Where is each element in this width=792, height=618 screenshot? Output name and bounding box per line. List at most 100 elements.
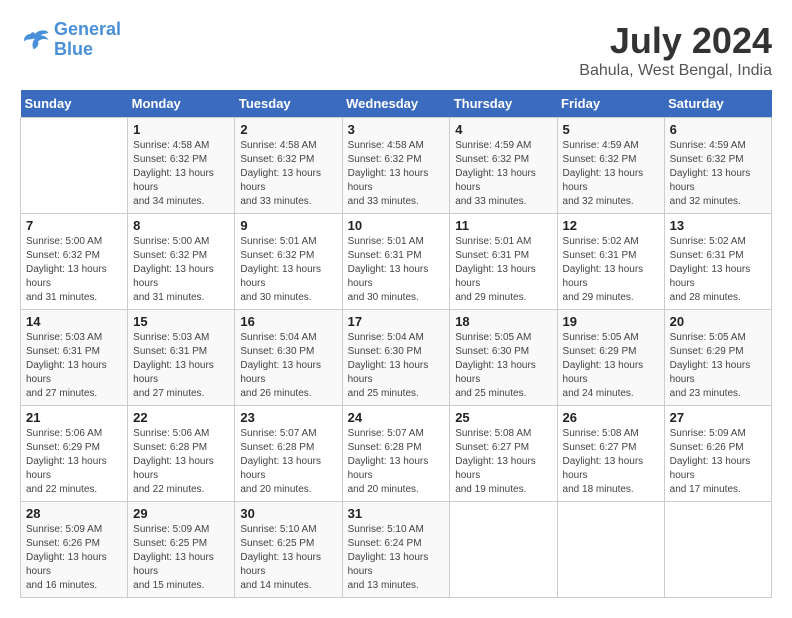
day-info: Sunrise: 4:58 AMSunset: 6:32 PMDaylight:…: [240, 139, 336, 209]
calendar-header-row: SundayMondayTuesdayWednesdayThursdayFrid…: [21, 90, 772, 118]
calendar-cell: 11Sunrise: 5:01 AMSunset: 6:31 PMDayligh…: [450, 214, 557, 310]
calendar-cell: 20Sunrise: 5:05 AMSunset: 6:29 PMDayligh…: [664, 310, 771, 406]
calendar-cell: [450, 502, 557, 598]
title-area: July 2024 Bahula, West Bengal, India: [579, 20, 772, 80]
calendar-cell: 13Sunrise: 5:02 AMSunset: 6:31 PMDayligh…: [664, 214, 771, 310]
calendar-cell: 25 Sunrise: 5:08 AMSunset: 6:27 PMDayligh…: [450, 406, 557, 502]
calendar-cell: 10Sunrise: 5:01 AMSunset: 6:31 PMDayligh…: [342, 214, 450, 310]
day-number: 7: [26, 218, 122, 233]
day-number: 2: [240, 122, 336, 137]
header-thursday: Thursday: [450, 90, 557, 118]
calendar-cell: 31Sunrise: 5:10 AMSunset: 6:24 PMDayligh…: [342, 502, 450, 598]
day-number: 16: [240, 314, 336, 329]
header-friday: Friday: [557, 90, 664, 118]
day-number: 6: [670, 122, 766, 137]
day-info: Sunrise: 5:03 AMSunset: 6:31 PMDaylight:…: [133, 331, 229, 401]
day-number: 23: [240, 410, 336, 425]
header-sunday: Sunday: [21, 90, 128, 118]
day-number: 24: [348, 410, 445, 425]
day-number: 18: [455, 314, 551, 329]
calendar-cell: 23 Sunrise: 5:07 AMSunset: 6:28 PMDayligh…: [235, 406, 342, 502]
header: General Blue July 2024 Bahula, West Beng…: [20, 20, 772, 80]
day-info: Sunrise: 5:05 AMSunset: 6:29 PMDaylight:…: [563, 331, 659, 401]
day-info: Sunrise: 5:08 AMSunset: 6:27 PMDaylight:…: [563, 427, 659, 497]
day-info: Sunrise: 5:10 AMSunset: 6:24 PMDaylight:…: [348, 523, 445, 593]
day-info: Sunrise: 5:07 AMSunset: 6:28 PMDaylight:…: [348, 427, 445, 497]
calendar-week-5: 28 Sunrise: 5:09 AMSunset: 6:26 PMDayligh…: [21, 502, 772, 598]
calendar-cell: 16 Sunrise: 5:04 AMSunset: 6:30 PMDayligh…: [235, 310, 342, 406]
day-number: 12: [563, 218, 659, 233]
calendar-cell: 15 Sunrise: 5:03 AMSunset: 6:31 PMDayligh…: [128, 310, 235, 406]
calendar-cell: 29 Sunrise: 5:09 AMSunset: 6:25 PMDayligh…: [128, 502, 235, 598]
calendar-cell: 14Sunrise: 5:03 AMSunset: 6:31 PMDayligh…: [21, 310, 128, 406]
day-info: Sunrise: 5:10 AMSunset: 6:25 PMDaylight:…: [240, 523, 336, 593]
day-number: 19: [563, 314, 659, 329]
day-number: 28: [26, 506, 122, 521]
calendar-cell: 30 Sunrise: 5:10 AMSunset: 6:25 PMDayligh…: [235, 502, 342, 598]
calendar-cell: 1 Sunrise: 4:58 AMSunset: 6:32 PMDaylight…: [128, 118, 235, 214]
day-number: 14: [26, 314, 122, 329]
calendar-cell: 6 Sunrise: 4:59 AMSunset: 6:32 PMDaylight…: [664, 118, 771, 214]
day-info: Sunrise: 5:06 AMSunset: 6:29 PMDaylight:…: [26, 427, 122, 497]
day-number: 20: [670, 314, 766, 329]
calendar-cell: 9 Sunrise: 5:01 AMSunset: 6:32 PMDaylight…: [235, 214, 342, 310]
day-number: 5: [563, 122, 659, 137]
day-info: Sunrise: 5:08 AMSunset: 6:27 PMDaylight:…: [455, 427, 551, 497]
calendar-cell: 17 Sunrise: 5:04 AMSunset: 6:30 PMDayligh…: [342, 310, 450, 406]
calendar-cell: 27Sunrise: 5:09 AMSunset: 6:26 PMDayligh…: [664, 406, 771, 502]
day-info: Sunrise: 4:58 AMSunset: 6:32 PMDaylight:…: [133, 139, 229, 209]
day-number: 25: [455, 410, 551, 425]
calendar-cell: 4 Sunrise: 4:59 AMSunset: 6:32 PMDaylight…: [450, 118, 557, 214]
day-info: Sunrise: 5:07 AMSunset: 6:28 PMDaylight:…: [240, 427, 336, 497]
calendar-cell: 19 Sunrise: 5:05 AMSunset: 6:29 PMDayligh…: [557, 310, 664, 406]
day-info: Sunrise: 5:04 AMSunset: 6:30 PMDaylight:…: [348, 331, 445, 401]
day-number: 30: [240, 506, 336, 521]
calendar-cell: 8 Sunrise: 5:00 AMSunset: 6:32 PMDaylight…: [128, 214, 235, 310]
calendar-cell: 18 Sunrise: 5:05 AMSunset: 6:30 PMDayligh…: [450, 310, 557, 406]
logo-icon: [20, 28, 50, 52]
day-info: Sunrise: 4:59 AMSunset: 6:32 PMDaylight:…: [455, 139, 551, 209]
day-info: Sunrise: 5:05 AMSunset: 6:30 PMDaylight:…: [455, 331, 551, 401]
month-year-title: July 2024: [579, 20, 772, 62]
day-number: 4: [455, 122, 551, 137]
header-wednesday: Wednesday: [342, 90, 450, 118]
day-info: Sunrise: 4:59 AMSunset: 6:32 PMDaylight:…: [670, 139, 766, 209]
calendar-cell: 2 Sunrise: 4:58 AMSunset: 6:32 PMDaylight…: [235, 118, 342, 214]
calendar-cell: 28 Sunrise: 5:09 AMSunset: 6:26 PMDayligh…: [21, 502, 128, 598]
day-info: Sunrise: 5:09 AMSunset: 6:26 PMDaylight:…: [26, 523, 122, 593]
day-info: Sunrise: 5:00 AMSunset: 6:32 PMDaylight:…: [26, 235, 122, 305]
day-number: 29: [133, 506, 229, 521]
day-info: Sunrise: 4:58 AMSunset: 6:32 PMDaylight:…: [348, 139, 445, 209]
day-number: 22: [133, 410, 229, 425]
day-info: Sunrise: 5:00 AMSunset: 6:32 PMDaylight:…: [133, 235, 229, 305]
day-info: Sunrise: 5:01 AMSunset: 6:31 PMDaylight:…: [348, 235, 445, 305]
day-number: 9: [240, 218, 336, 233]
calendar-cell: 22 Sunrise: 5:06 AMSunset: 6:28 PMDayligh…: [128, 406, 235, 502]
calendar-cell: 5 Sunrise: 4:59 AMSunset: 6:32 PMDaylight…: [557, 118, 664, 214]
day-info: Sunrise: 5:01 AMSunset: 6:32 PMDaylight:…: [240, 235, 336, 305]
day-number: 15: [133, 314, 229, 329]
day-number: 21: [26, 410, 122, 425]
calendar-cell: [21, 118, 128, 214]
day-info: Sunrise: 4:59 AMSunset: 6:32 PMDaylight:…: [563, 139, 659, 209]
day-number: 11: [455, 218, 551, 233]
calendar-cell: 21 Sunrise: 5:06 AMSunset: 6:29 PMDayligh…: [21, 406, 128, 502]
day-number: 27: [670, 410, 766, 425]
calendar-week-2: 7 Sunrise: 5:00 AMSunset: 6:32 PMDaylight…: [21, 214, 772, 310]
logo-text: General Blue: [54, 20, 121, 60]
header-saturday: Saturday: [664, 90, 771, 118]
day-info: Sunrise: 5:04 AMSunset: 6:30 PMDaylight:…: [240, 331, 336, 401]
day-number: 8: [133, 218, 229, 233]
day-number: 1: [133, 122, 229, 137]
day-number: 17: [348, 314, 445, 329]
day-info: Sunrise: 5:02 AMSunset: 6:31 PMDaylight:…: [563, 235, 659, 305]
day-number: 26: [563, 410, 659, 425]
day-info: Sunrise: 5:06 AMSunset: 6:28 PMDaylight:…: [133, 427, 229, 497]
day-info: Sunrise: 5:09 AMSunset: 6:25 PMDaylight:…: [133, 523, 229, 593]
day-number: 3: [348, 122, 445, 137]
calendar-week-4: 21 Sunrise: 5:06 AMSunset: 6:29 PMDayligh…: [21, 406, 772, 502]
day-number: 13: [670, 218, 766, 233]
header-tuesday: Tuesday: [235, 90, 342, 118]
header-monday: Monday: [128, 90, 235, 118]
calendar-cell: 12 Sunrise: 5:02 AMSunset: 6:31 PMDayligh…: [557, 214, 664, 310]
